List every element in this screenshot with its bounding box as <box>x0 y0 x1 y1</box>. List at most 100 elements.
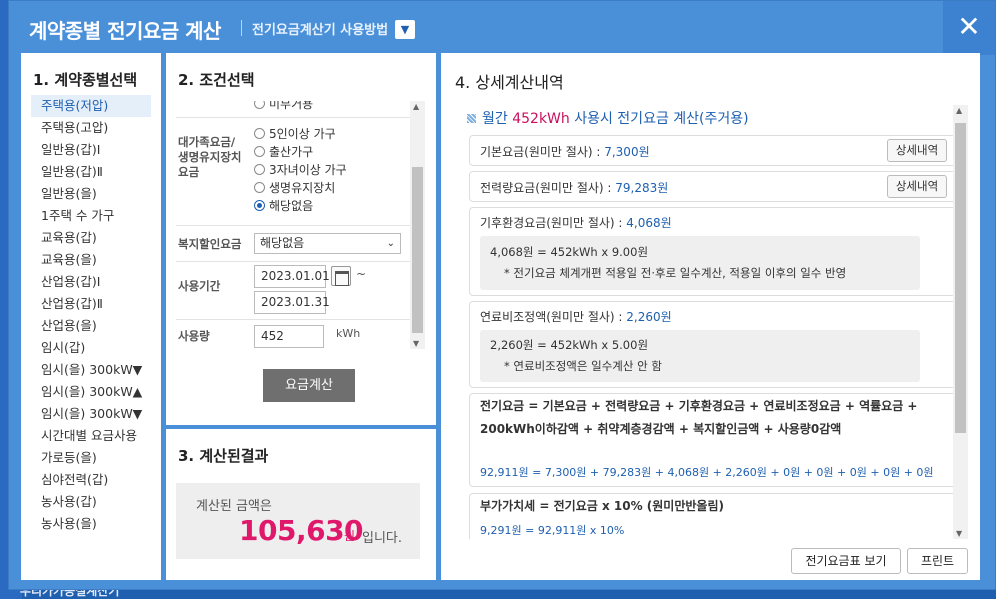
radio-circle <box>254 128 265 139</box>
dialog-title: 계약종별 전기요금 계산 <box>29 19 221 43</box>
discount-radio[interactable]: 3자녀이상 가구 <box>254 161 347 179</box>
energy-detail-button[interactable]: 상세내역 <box>887 175 947 198</box>
title-bar: 계약종별 전기요금 계산 전기요금계산기 사용방법 ▼ ✕ <box>9 1 995 55</box>
radio-label: 출산가구 <box>269 145 314 159</box>
vat-formula-title: 부가가치세 = 전기요금 x 10% (원미만반올림) <box>480 499 724 513</box>
contract-type-item[interactable]: 임시(을) 300kW▼ <box>31 403 151 425</box>
contract-type-item[interactable]: 농사용(갑) <box>31 491 151 513</box>
heading-prefix: 월간 <box>482 111 513 127</box>
contract-type-item[interactable]: 임시(을) 300kW▼ <box>31 359 151 381</box>
result-box: 계산된 금액은 105,630 원 입니다. <box>176 483 420 559</box>
chevron-down-icon: ⌄ <box>386 238 395 249</box>
welfare-label: 복지할인요금 <box>178 237 242 251</box>
basic-detail-button[interactable]: 상세내역 <box>887 139 947 162</box>
contract-type-item[interactable]: 일반용(을) <box>31 183 151 205</box>
chevron-down-icon[interactable]: ▼ <box>395 20 415 39</box>
heading-suffix: 사용시 전기요금 계산(주거용) <box>569 111 749 127</box>
total-formula-card: 전기요금 = 기본요금 + 전력량요금 + 기후환경요금 + 연료비조정요금 +… <box>469 393 962 487</box>
close-icon[interactable]: ✕ <box>943 1 995 55</box>
basic-fee-label: 기본요금(원미만 절사) : <box>480 145 605 159</box>
radio-circle <box>254 146 265 157</box>
fuel-formula-box: 2,260원 = 452kWh x 5.00원 * 연료비조정액은 일수계산 안… <box>480 330 920 382</box>
contract-type-item[interactable]: 임시(을) 300kW▲ <box>31 381 151 403</box>
discount-radio[interactable]: 5인이상 가구 <box>254 125 336 143</box>
usage-label: 사용량 <box>178 329 210 343</box>
contract-type-item[interactable]: 심야전력(갑) <box>31 469 151 491</box>
usage-input[interactable]: 452 <box>254 325 324 348</box>
scroll-thumb[interactable] <box>412 167 423 333</box>
discount-radio[interactable]: 생명유지장치 <box>254 179 335 197</box>
contract-type-item[interactable]: 주택용(저압) <box>31 95 151 117</box>
usage-unit: kWh <box>336 327 361 340</box>
date-tilde: ~ <box>356 267 367 281</box>
contract-type-item[interactable]: 임시(갑) <box>31 337 151 359</box>
climate-fee-label: 기후환경요금(원미만 절사) : <box>480 216 627 230</box>
fuel-note: * 연료비조정액은 일수계산 안 함 <box>504 359 662 373</box>
scroll-down-icon[interactable]: ▼ <box>413 339 419 348</box>
scroll-up-icon[interactable]: ▲ <box>956 106 962 115</box>
total-formula-title: 전기요금 = 기본요금 + 전력량요금 + 기후환경요금 + 연료비조정요금 +… <box>480 399 918 436</box>
result-currency: 원 <box>344 529 356 543</box>
calculate-button[interactable]: 요금계산 <box>263 369 355 402</box>
fuel-adjust-value: 2,260원 <box>626 310 672 324</box>
detail-heading: 월간 452kWh 사용시 전기요금 계산(주거용) <box>467 108 749 128</box>
fee-table-button[interactable]: 전기요금표 보기 <box>791 548 901 574</box>
contract-type-item[interactable]: 주택용(고압) <box>31 117 151 139</box>
contract-type-item[interactable]: 교육용(갑) <box>31 227 151 249</box>
energy-fee-label: 전력량요금(원미만 절사) : <box>480 181 616 195</box>
print-button[interactable]: 프린트 <box>907 548 968 574</box>
end-date-input[interactable]: 2023.01.31 <box>254 291 330 314</box>
basic-fee-value: 7,300원 <box>604 145 650 159</box>
detail-scroll-area: 월간 452kWh 사용시 전기요금 계산(주거용) 기본요금(원미만 절사) … <box>455 105 965 539</box>
contract-type-item[interactable]: 산업용(을) <box>31 315 151 337</box>
discount-radio[interactable]: 출산가구 <box>254 143 313 161</box>
scroll-down-icon[interactable]: ▼ <box>956 529 962 538</box>
scroll-thumb[interactable] <box>955 123 966 433</box>
welfare-select[interactable]: 해당없음 ⌄ <box>254 233 401 254</box>
fuel-formula: 2,260원 = 452kWh x 5.00원 <box>490 338 649 352</box>
contract-type-item[interactable]: 산업용(갑)Ⅱ <box>31 293 151 315</box>
detail-scrollbar[interactable]: ▲ ▼ <box>953 105 968 539</box>
radio-partial[interactable]: 미부거용 <box>254 101 313 113</box>
contract-type-item[interactable]: 교육용(을) <box>31 249 151 271</box>
calendar-icon[interactable] <box>331 266 351 286</box>
detail-panel: 4. 상세계산내역 월간 452kWh 사용시 전기요금 계산(주거용) 기본요… <box>441 53 980 580</box>
energy-fee-card: 전력량요금(원미만 절사) : 79,283원 상세내역 <box>469 171 962 202</box>
result-label: 계산된 금액은 <box>196 499 272 514</box>
bullet-icon <box>467 114 476 123</box>
contract-type-item[interactable]: 일반용(갑)Ⅱ <box>31 161 151 183</box>
condition-scroll-area: 미부거용 대가족요금/ 생명유지장치 요금 5인이상 가구출산가구 3자녀이상 가… <box>176 101 426 349</box>
calculator-dialog: 계약종별 전기요금 계산 전기요금계산기 사용방법 ▼ ✕ 1. 계약종별선택 … <box>8 0 996 590</box>
start-date-input[interactable]: 2023.01.01 <box>254 265 330 288</box>
radio-label: 생명유지장치 <box>269 181 336 195</box>
help-link[interactable]: 전기요금계산기 사용방법 <box>252 19 388 38</box>
contract-type-item[interactable]: 산업용(갑)Ⅰ <box>31 271 151 293</box>
vat-formula-values: 9,291원 = 92,911원 x 10% <box>480 524 625 537</box>
result-tail: 입니다. <box>362 531 403 546</box>
basic-fee-text: 기본요금(원미만 절사) : 7,300원 <box>480 143 650 160</box>
fuel-adjust-label: 연료비조정액(원미만 절사) : <box>480 310 627 324</box>
period-label: 사용기간 <box>178 279 221 293</box>
climate-fee-card: 기후환경요금(원미만 절사) : 4,068원 4,068원 = 452kWh … <box>469 207 962 296</box>
discount-label: 대가족요금/ 생명유지장치 요금 <box>178 135 242 179</box>
condition-panel: 2. 조건선택 미부거용 대가족요금/ 생명유지장치 요금 5인이상 가구 출산가… <box>166 53 436 425</box>
contract-type-item[interactable]: 1주택 수 가구 <box>31 205 151 227</box>
divider <box>176 225 410 226</box>
energy-fee-text: 전력량요금(원미만 절사) : 79,283원 <box>480 179 668 196</box>
scroll-up-icon[interactable]: ▲ <box>413 102 419 111</box>
discount-radio[interactable]: 해당없음 <box>254 197 313 215</box>
detail-title: 4. 상세계산내역 <box>455 73 564 92</box>
contract-type-item[interactable]: 시간대별 요금사용 <box>31 425 151 447</box>
contract-type-item[interactable]: 가로등(을) <box>31 447 151 469</box>
divider <box>176 261 410 262</box>
radio-label: 3자녀이상 가구 <box>269 163 347 177</box>
radio-label: 미부거용 <box>269 101 314 111</box>
condition-scrollbar[interactable]: ▲ ▼ <box>410 101 425 349</box>
climate-fee-value: 4,068원 <box>626 216 672 230</box>
climate-fee-text: 기후환경요금(원미만 절사) : 4,068원 <box>480 214 672 231</box>
contract-type-title: 1. 계약종별선택 <box>33 71 138 89</box>
contract-type-item[interactable]: 농사용(을) <box>31 513 151 535</box>
contract-type-item[interactable]: 일반용(갑)Ⅰ <box>31 139 151 161</box>
total-formula-values: 92,911원 = 7,300원 + 79,283원 + 4,068원 + 2,… <box>480 466 934 479</box>
radio-circle <box>254 200 265 211</box>
